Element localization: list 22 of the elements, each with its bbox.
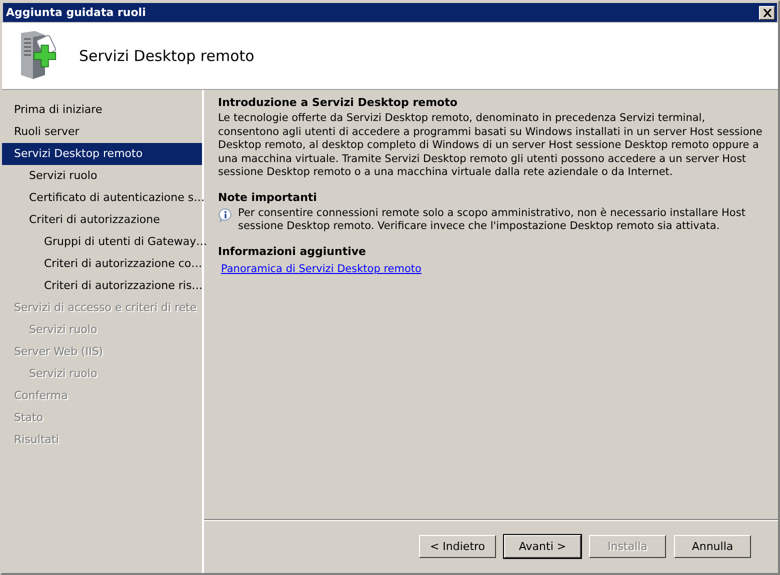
wizard-step[interactable]: Prima di iniziare (2, 99, 202, 121)
close-icon (762, 8, 772, 16)
section-heading: Note importanti (218, 190, 318, 204)
note-text: Per consentire connessioni remote solo a scopo amministrativo, non è necessario installare Host sessione Desktop remoto. Verificare invece che l'impostazione Desktop remoto sia attivata. (238, 206, 746, 234)
wizard-button[interactable]: Annulla (674, 535, 751, 558)
wizard-step[interactable]: Servizi ruolo (2, 165, 202, 187)
page-title: Servizi Desktop remoto (79, 47, 254, 65)
wizard-step[interactable]: Criteri di autorizzazione (2, 209, 202, 231)
wizard-step[interactable]: Ruoli server (2, 121, 202, 143)
section-heading: Introduzione a Servizi Desktop remoto (218, 95, 458, 110)
description-text: Le tecnologie offerte da Servizi Desktop remoto, denominato in precedenza Servizi terminal, consentono agli utenti di accedere a programmi basati su Windows installati in un server Host sessione Desktop remoto, al desktop completo di Windows di un server Host sessione Desktop remoto oppure a una macchina virtuale. Tramite Servizi Desktop remoto gli utenti possono accedere a un server Host sessione Desktop remoto o a una macchina virtuale dalla rete aziendale o da Internet. (218, 112, 764, 180)
overview-link[interactable]: Panoramica di Servizi Desktop remoto (221, 262, 422, 274)
wizard-step[interactable]: Criteri di autorizzazione co… (2, 253, 202, 275)
info-icon (218, 208, 233, 222)
close-button[interactable] (759, 6, 775, 20)
section-heading: Informazioni aggiuntive (218, 244, 368, 258)
wizard-button[interactable]: < Indietro (419, 535, 496, 558)
wizard-step[interactable]: Certificato di autenticazione s… (2, 187, 202, 209)
wizard-step[interactable]: Servizi Desktop remoto (2, 143, 202, 165)
wizard-button[interactable]: Avanti > (504, 535, 581, 558)
wizard-step[interactable]: Criteri di autorizzazione ris… (2, 275, 202, 297)
window-title: Aggiunta guidata ruoli (6, 6, 146, 19)
